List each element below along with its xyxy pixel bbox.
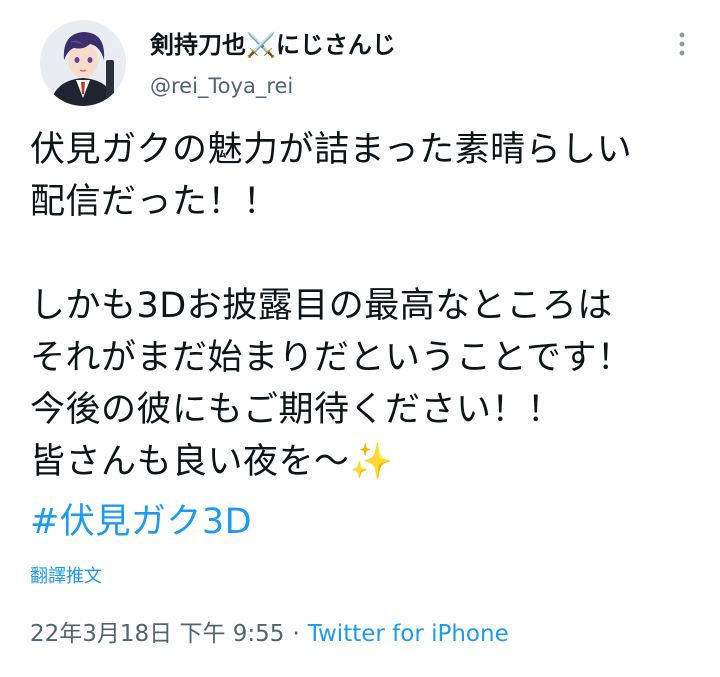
tweet-source-link[interactable]: Twitter for iPhone (308, 621, 509, 647)
hashtag-link[interactable]: #伏見ガク3D (30, 496, 252, 548)
tweet-line: それがまだ始まりだということです！ (30, 338, 633, 378)
tweet-line: しかも3Dお披露目の最高なところは (30, 286, 613, 326)
tweet-line: 皆さんも良い夜を〜✨ (30, 442, 394, 482)
translate-tweet-link[interactable]: 翻譯推文 (30, 564, 102, 590)
user-handle[interactable]: @rei_Toya_rei (150, 72, 293, 100)
tweet-text: 伏見ガクの魅力が詰まった素晴らしい 配信だった！！ しかも3Dお披露目の最高なと… (30, 124, 700, 488)
tweet-line: 配信だった！！ (30, 182, 279, 222)
avatar-image (40, 20, 126, 106)
tweet-timestamp[interactable]: 22年3月18日 下午 9:55 (30, 621, 284, 647)
tweet-line: 今後の彼にもご期待ください！！ (30, 390, 563, 430)
more-vertical-icon (679, 32, 685, 56)
tweet-header: 剣持刀也⚔️にじさんじ @rei_Toya_rei (0, 0, 720, 120)
meta-separator: · (292, 621, 300, 647)
display-name[interactable]: 剣持刀也⚔️にじさんじ (150, 30, 396, 60)
avatar[interactable] (40, 20, 126, 106)
more-options-button[interactable] (666, 28, 698, 60)
tweet-meta: 22年3月18日 下午 9:55 · Twitter for iPhone (30, 618, 509, 650)
tweet-line: 伏見ガクの魅力が詰まった素晴らしい (30, 130, 633, 170)
